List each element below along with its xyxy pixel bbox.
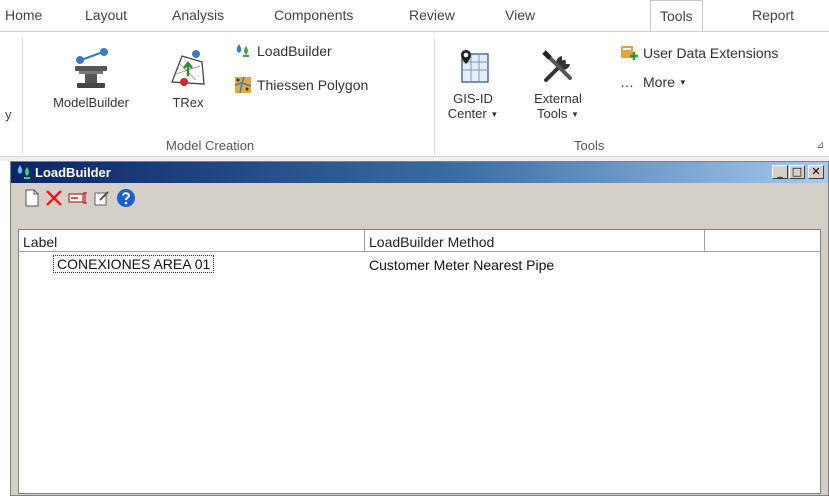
user-data-extensions-label: User Data Extensions [643,45,779,61]
edit-button[interactable] [91,187,113,209]
external-tools-line2: Tools [537,106,568,121]
loadbuilder-label: LoadBuilder [257,43,332,59]
loadbuilder-icon [236,44,249,57]
maximize-button[interactable]: □ [789,165,805,179]
loadbuilder-button[interactable]: LoadBuilder [234,42,332,60]
model-creation-group-label: Model Creation [166,138,255,153]
rename-icon [68,192,87,204]
rename-button[interactable] [67,187,89,209]
tab-analysis[interactable]: Analysis [172,7,224,23]
modelbuilder-button[interactable]: ModelBuilder [46,44,136,110]
edit-icon [94,191,109,206]
thiessen-polygon-icon [234,76,252,94]
chevron-down-icon: ▼ [571,110,579,119]
minimize-button[interactable]: _ [772,165,788,179]
trex-icon [171,50,205,86]
wrench-screwdriver-icon [542,50,572,82]
thiessen-polygon-button[interactable]: Thiessen Polygon [234,76,368,94]
gisid-center-line1: GIS-ID [453,91,493,106]
tab-layout[interactable]: Layout [85,7,127,23]
trex-label: TRex [172,95,204,110]
window-titlebar[interactable]: LoadBuilder _ □ ✕ [11,162,828,183]
tab-home[interactable]: Home [5,7,42,23]
ribbon-panel: y ModelBuilder TRex LoadBuilder Thiessen… [0,32,829,156]
column-header-blank[interactable] [705,230,820,252]
row-method-cell[interactable]: Customer Meter Nearest Pipe [369,257,554,273]
new-icon [25,189,39,207]
chevron-down-icon: ▼ [678,77,687,87]
more-button[interactable]: … More ▼ [620,74,687,90]
ellipsis-icon: … [620,74,634,90]
close-button[interactable]: ✕ [808,165,824,179]
window-toolbar [11,184,828,212]
trex-button[interactable]: TRex [166,44,210,110]
new-button[interactable] [21,187,43,209]
tab-components[interactable]: Components [274,7,353,23]
gisid-center-line2: Center [447,106,487,121]
thiessen-polygon-label: Thiessen Polygon [257,77,369,93]
external-tools-button[interactable]: External Tools ▼ [528,48,588,122]
dialog-launcher-icon[interactable]: ⊿ [816,140,824,151]
loadbuilder-list: Label LoadBuilder Method CONEXIONES AREA… [18,229,821,494]
loadbuilder-app-icon [17,165,30,179]
tab-tools[interactable]: Tools [650,0,703,31]
delete-button[interactable] [43,187,65,209]
tab-review[interactable]: Review [409,7,455,23]
user-data-extensions-icon [621,46,638,60]
column-header-label[interactable]: Label [19,230,365,252]
group-separator [22,38,23,154]
cropped-group-text: y [5,107,12,122]
window-title: LoadBuilder [35,165,111,180]
tools-group-label: Tools [574,138,605,153]
group-separator [434,38,435,154]
gisid-center-icon [461,50,489,83]
modelbuilder-icon [75,48,108,88]
help-button[interactable] [115,187,137,209]
tab-view[interactable]: View [505,7,535,23]
modelbuilder-label: ModelBuilder [53,95,129,110]
more-label: More [643,74,675,90]
column-header-method[interactable]: LoadBuilder Method [365,230,705,252]
delete-icon [46,190,62,206]
help-icon [117,189,135,207]
loadbuilder-window: LoadBuilder _ □ ✕ Label LoadBuilder Meth… [10,161,829,496]
tab-report[interactable]: Report [752,7,794,23]
chevron-down-icon: ▼ [490,110,499,119]
gisid-center-button[interactable]: GIS-ID Center ▼ [446,48,500,122]
row-label-cell[interactable]: CONEXIONES AREA 01 [52,255,215,273]
external-tools-line1: External [534,91,582,106]
ribbon-tab-bar: Home Layout Analysis Components Review V… [0,0,829,31]
user-data-extensions-button[interactable]: User Data Extensions [620,44,778,62]
